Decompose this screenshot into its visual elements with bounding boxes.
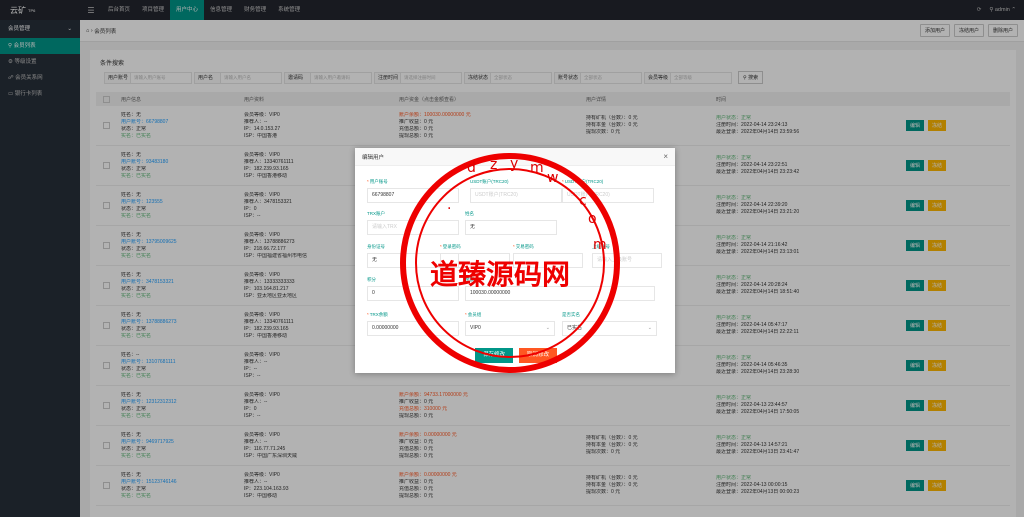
form-label: 是否实名: [562, 311, 657, 319]
form-input[interactable]: 请输入上级账号: [592, 253, 662, 268]
form-input[interactable]: 0.00000000: [367, 321, 459, 336]
form-input[interactable]: USDT账户(TRC20): [470, 188, 562, 203]
form-input[interactable]: 66798807: [367, 188, 459, 203]
modal-title: 编辑用户: [362, 154, 385, 161]
form-label: *用户账号: [367, 179, 388, 184]
form-label-text: 会员组: [467, 312, 482, 317]
form-label-text: 姓名: [465, 211, 474, 216]
form-field: TRX账户请输入TRX: [367, 210, 459, 235]
chevron-down-icon: ⌄: [545, 325, 550, 331]
watermark-letter: z: [490, 157, 498, 173]
form-label: 姓名: [465, 210, 557, 218]
form-label-text: 是否实名: [562, 312, 580, 317]
watermark-letter: w: [547, 170, 559, 186]
watermark-letter: c: [579, 193, 587, 209]
form-label-text: 身份证号: [367, 244, 385, 249]
form-field: *会员组 VIP0 ⌄: [465, 311, 555, 336]
form-label-text: USDT账户(TRC20): [470, 179, 509, 184]
form-input[interactable]: 请输入TRX: [367, 220, 459, 235]
watermark-letter: d: [467, 160, 476, 176]
watermark-text: 道臻源码网: [430, 258, 571, 291]
form-field: *USDT账户(TRC20) USDT账户(TRC20): [562, 178, 654, 203]
close-icon[interactable]: ×: [663, 152, 668, 161]
watermark-letter: m: [593, 237, 607, 253]
watermark-letter: .: [447, 197, 452, 213]
form-input[interactable]: 无: [465, 220, 557, 235]
watermark-letter: m: [530, 160, 544, 176]
form-field: *用户账号 66798807: [367, 178, 459, 203]
cancel-button[interactable]: 取消修改: [519, 348, 558, 363]
watermark-letter: o: [588, 211, 597, 227]
form-label-text: TRX账户: [367, 211, 385, 216]
form-label: *登录密码: [440, 244, 461, 249]
form-label-text: TRX余额: [369, 312, 388, 317]
form-label-text: 用户账号: [369, 179, 388, 184]
form-label-text: USDT账户(TRC20): [564, 179, 604, 184]
form-field: 姓名无: [465, 210, 557, 235]
form-field: 是否实名已实名 ⌄: [562, 311, 657, 336]
form-label: *会员组: [465, 312, 482, 317]
form-label: TRX账户: [367, 210, 459, 218]
watermark-letter: y: [510, 156, 519, 172]
form-label: *USDT账户(TRC20): [562, 179, 604, 184]
form-input[interactable]: 已实名 ⌄: [562, 321, 657, 336]
form-label: *交易密码: [513, 244, 534, 249]
form-input[interactable]: USDT账户(TRC20): [562, 188, 654, 203]
form-label-text: 积分: [367, 277, 376, 282]
form-label-text: 登录密码: [442, 244, 461, 249]
form-field: *TRX余额 0.00000000: [367, 311, 459, 336]
form-label-text: 交易密码: [515, 244, 534, 249]
chevron-down-icon: ⌄: [647, 325, 652, 331]
form-label: *TRX余额: [367, 312, 388, 317]
save-button[interactable]: 保存修改: [475, 348, 514, 363]
form-input[interactable]: VIP0 ⌄: [465, 321, 555, 336]
